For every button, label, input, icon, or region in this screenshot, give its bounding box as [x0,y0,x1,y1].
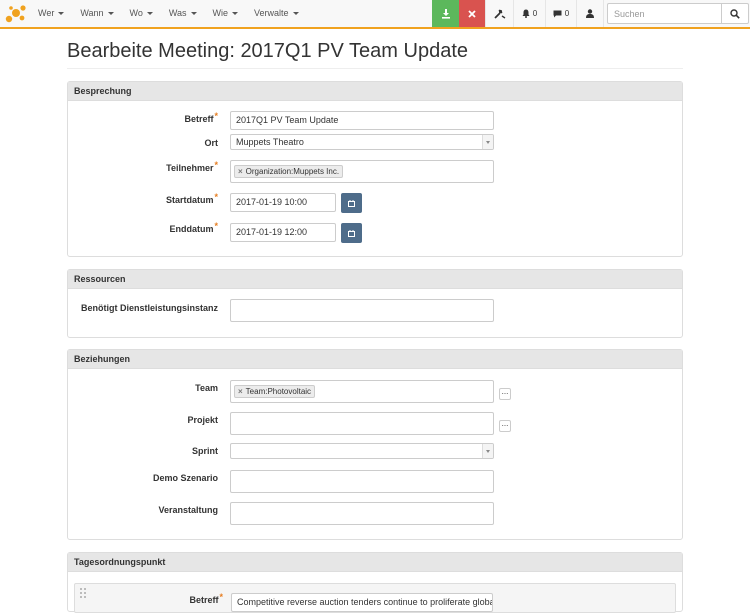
menu-wo[interactable]: Wo [122,0,161,27]
menu-wer[interactable]: Wer [30,0,72,27]
demo-szenario-field[interactable] [230,470,494,493]
close-icon [468,9,476,18]
startdatum-label: Startdatum* [165,192,218,205]
title-divider [67,68,683,69]
team-tag-label: Team:Photovoltaic [245,387,312,396]
comment-icon [553,10,562,17]
drag-handle-icon[interactable] [79,587,87,601]
panel-heading-besprechung: Besprechung [68,82,682,101]
required-marker: * [214,221,218,231]
panel-ressourcen: Ressourcen Benötigt Dienstleistungsinsta… [67,269,683,338]
teilnehmer-tag-label: Organization:Muppets Inc. [245,167,340,176]
menu-wann-label: Wann [80,8,104,18]
panel-beziehungen: Beziehungen Team × Team:Photovoltaic ... … [67,349,683,540]
ort-label: Ort [204,138,219,148]
user-menu-button[interactable] [576,0,604,27]
chevron-down-icon [482,135,493,149]
veranstaltung-label: Veranstaltung [158,505,218,515]
projekt-field[interactable] [230,412,494,435]
user-icon [586,9,594,18]
panel-heading-beziehungen: Beziehungen [68,350,682,369]
caret-down-icon [292,12,299,16]
betreff-label: Betreff* [184,111,218,124]
required-marker: * [214,192,218,202]
caret-down-icon [232,12,239,16]
chevron-down-icon [482,444,493,458]
agenda-item: Betreff* Competitive reverse auction ten… [74,583,676,613]
menu-wo-label: Wo [129,8,143,18]
page-title: Bearbeite Meeting: 2017Q1 PV Team Update [67,40,468,62]
startdatum-calendar-button[interactable] [341,193,362,213]
required-marker: * [214,111,218,121]
menu-wer-label: Wer [38,8,55,18]
menu-was[interactable]: Was [161,0,205,27]
ort-selected-value: Muppets Theatro [236,137,304,147]
cancel-button[interactable] [459,0,485,27]
enddatum-calendar-button[interactable] [341,223,362,243]
panel-tagesordnungspunkt: Tagesordnungspunkt Betreff* Competitive … [67,552,683,613]
logo-icon[interactable] [4,4,28,24]
agenda-betreff-field[interactable]: Competitive reverse auction tenders cont… [231,593,493,612]
save-download-button[interactable] [432,0,459,27]
required-marker: * [214,160,218,170]
teilnehmer-tag: × Organization:Muppets Inc. [234,165,344,178]
notifications-count: 0 [532,9,538,18]
panel-heading-ressourcen: Ressourcen [68,270,682,289]
team-label: Team [195,383,218,393]
download-icon [441,8,450,19]
remove-tag-icon[interactable]: × [238,167,243,176]
betreff-field[interactable]: 2017Q1 PV Team Update [230,111,494,130]
messages-button[interactable]: 0 [545,0,576,27]
caret-down-icon [146,12,153,16]
menu-was-label: Was [168,8,187,18]
panel-heading-tagesordnungspunkt: Tagesordnungspunkt [68,553,682,572]
enddatum-label: Enddatum* [169,221,218,234]
bell-icon [522,9,530,18]
dienstleistung-label: Benötigt Dienstleistungsinstanz [80,303,218,313]
agenda-betreff-label: Betreff* [189,592,223,605]
teilnehmer-field[interactable]: × Organization:Muppets Inc. [230,160,494,183]
main-menu: Wer Wann Wo Was Wie Verwalte [30,0,307,27]
teilnehmer-label: Teilnehmer* [166,160,218,173]
menu-wann[interactable]: Wann [72,0,121,27]
enddatum-input[interactable]: 2017-01-19 12:00 [230,223,336,242]
required-marker: * [219,592,223,602]
menu-verwalte-label: Verwalte [254,8,289,18]
caret-down-icon [107,12,114,16]
projekt-more-button[interactable]: ... [499,420,511,432]
panel-besprechung: Besprechung Betreff* 2017Q1 PV Team Upda… [67,81,683,257]
sprint-select[interactable] [230,443,494,459]
veranstaltung-field[interactable] [230,502,494,525]
menu-wie-label: Wie [212,8,229,18]
team-tag: × Team:Photovoltaic [234,385,316,398]
menu-verwalte[interactable]: Verwalte [246,0,307,27]
remove-tag-icon[interactable]: × [238,387,243,396]
search-icon [730,8,740,19]
search-input[interactable] [607,3,722,24]
search-button[interactable] [721,3,749,24]
caret-down-icon [58,12,65,16]
wrench-icon [493,9,505,19]
calendar-icon [348,229,355,237]
demo-szenario-label: Demo Szenario [152,473,218,483]
sprint-label: Sprint [192,446,218,456]
team-more-button[interactable]: ... [499,388,511,400]
dienstleistung-field[interactable] [230,299,494,322]
projekt-label: Projekt [187,415,218,425]
tools-button[interactable] [485,0,513,27]
ort-select[interactable]: Muppets Theatro [230,134,494,150]
caret-down-icon [190,12,197,16]
notifications-button[interactable]: 0 [513,0,545,27]
menu-wie[interactable]: Wie [205,0,247,27]
team-field[interactable]: × Team:Photovoltaic [230,380,494,403]
messages-count: 0 [564,9,570,18]
startdatum-input[interactable]: 2017-01-19 10:00 [230,193,336,212]
top-navbar: Wer Wann Wo Was Wie Verwalte 0 0 Suchen [0,0,750,29]
calendar-icon [348,199,355,207]
